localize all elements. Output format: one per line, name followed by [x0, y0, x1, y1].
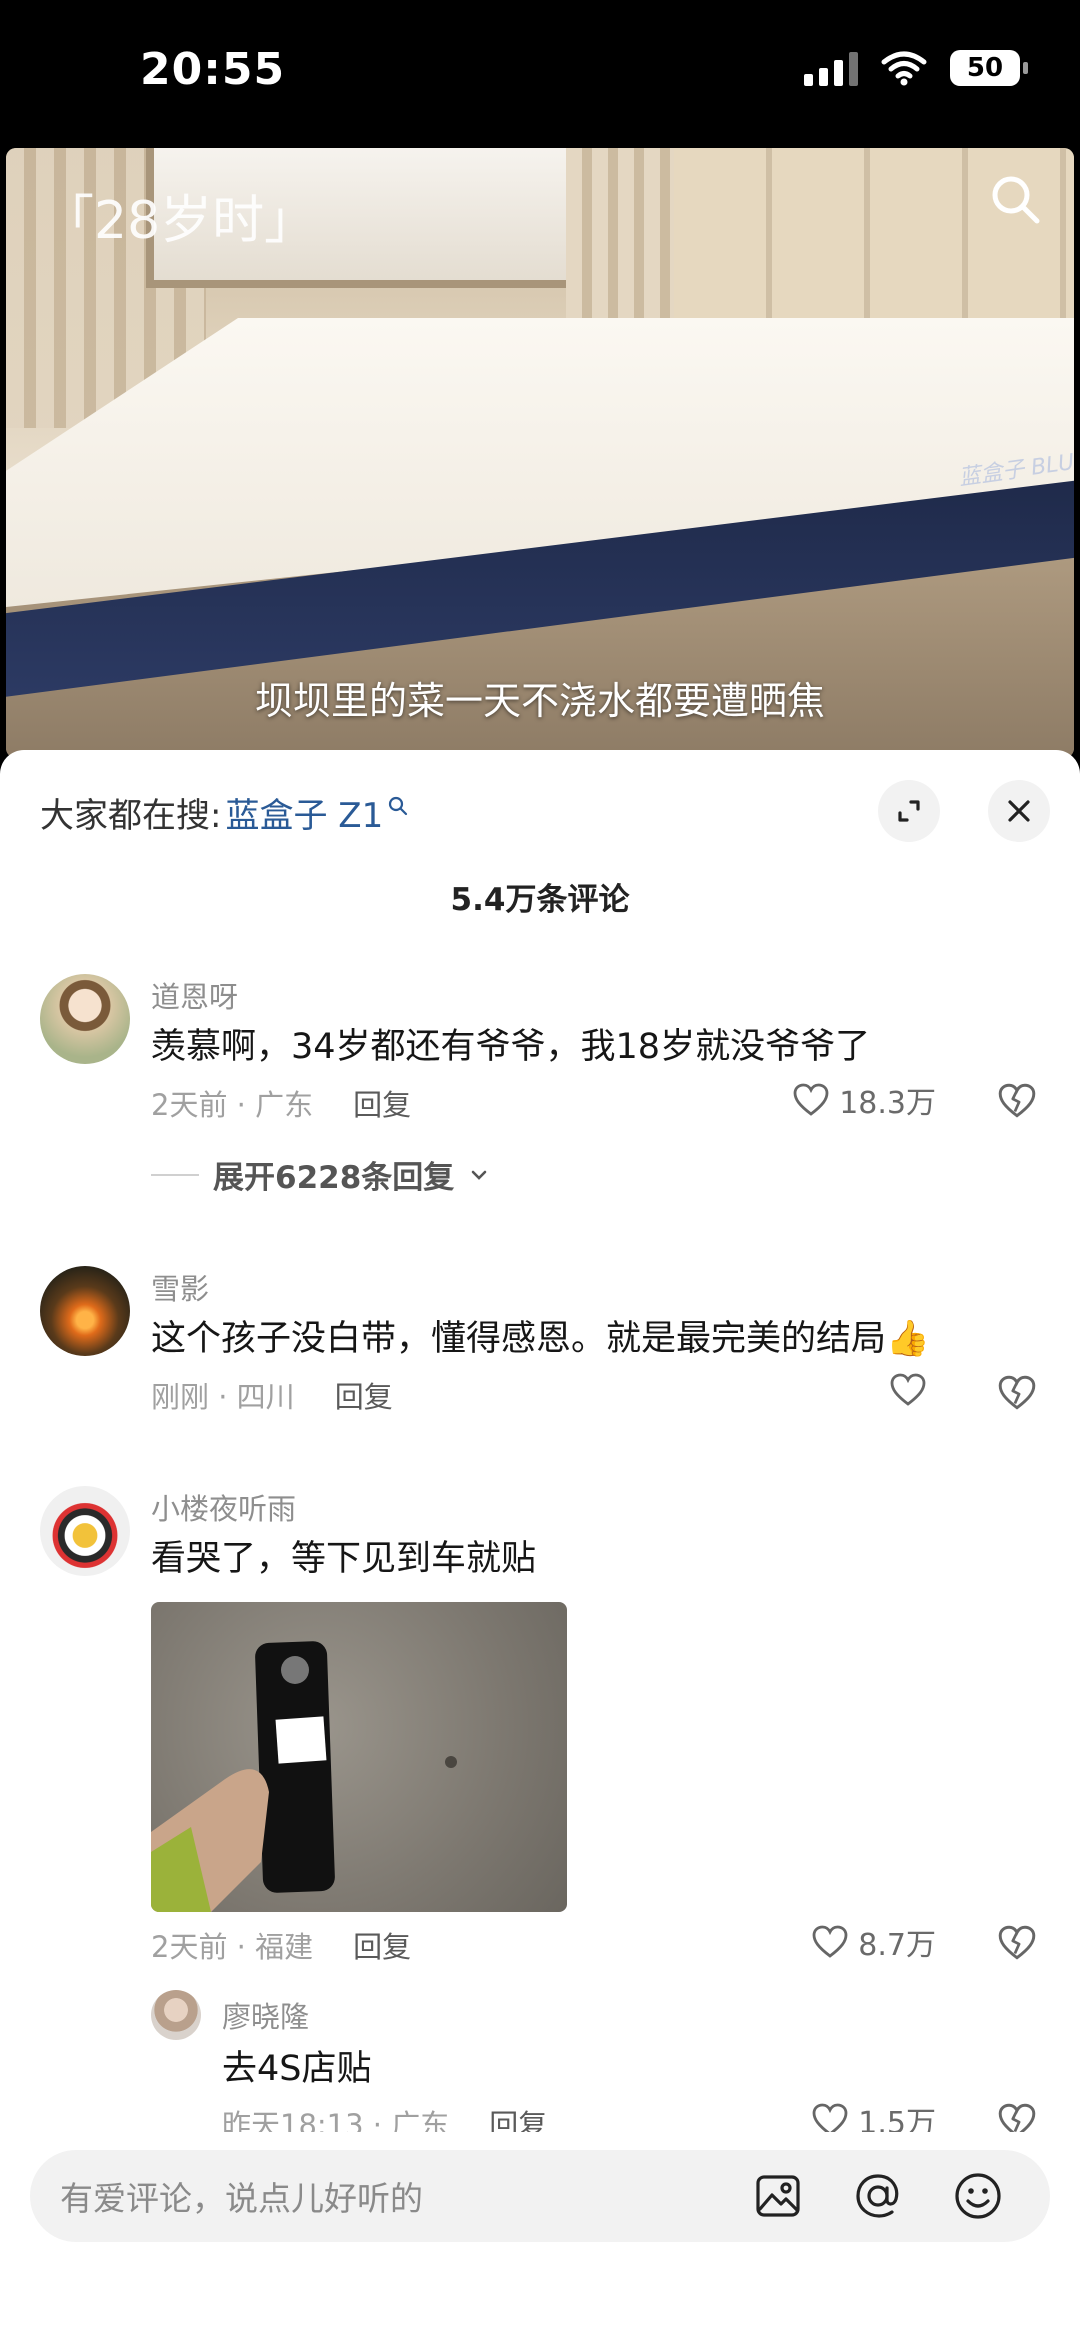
- comment-meta: 2天前 · 广东 回复: [151, 1082, 411, 1124]
- status-bar: 20:55 50: [0, 0, 1080, 148]
- expand-replies-button[interactable]: 展开6228条回复: [151, 1152, 490, 1197]
- status-icons: 50: [804, 50, 1028, 86]
- video-player[interactable]: 蓝盒子 BLU 「28岁时」 坝坝里的菜一天不浇水都要遭晒焦: [6, 148, 1074, 758]
- image-icon: [756, 2175, 800, 2217]
- heart-icon: [812, 1925, 848, 1958]
- like-count: 18.3万: [839, 1086, 936, 1121]
- comment-count: 5.4万条评论: [450, 882, 630, 918]
- comment-text: 羡慕啊，34岁都还有爷爷，我18岁就没爷爷了: [151, 1027, 871, 1067]
- battery-icon: 50: [950, 50, 1028, 86]
- like-count: 8.7万: [858, 1928, 936, 1963]
- broken-heart-icon[interactable]: [996, 1080, 1038, 1122]
- comment-text: 看哭了，等下见到车就贴: [151, 1539, 537, 1579]
- comment-text: 这个孩子没白带，懂得感恩。就是最完美的结局👍: [151, 1319, 930, 1359]
- avatar[interactable]: [151, 1990, 201, 2040]
- reply-button[interactable]: 回复: [335, 1374, 393, 1416]
- avatar[interactable]: [40, 1486, 130, 1576]
- comment-meta: 2天前 · 福建 回复: [151, 1924, 411, 1966]
- broken-heart-icon[interactable]: [996, 1372, 1038, 1414]
- close-button[interactable]: [988, 780, 1050, 842]
- comment-time-location: 2天前 · 广东: [151, 1088, 314, 1122]
- expand-icon: [898, 800, 920, 822]
- mention-button[interactable]: [850, 2168, 906, 2224]
- heart-icon: [793, 1083, 829, 1116]
- comment-username[interactable]: 道恩呀: [151, 974, 238, 1016]
- hot-search[interactable]: 大家都在搜: 蓝盒子 Z1: [40, 788, 409, 837]
- hot-search-keyword[interactable]: 蓝盒子 Z1: [225, 788, 383, 837]
- emoji-icon: [955, 2173, 1001, 2219]
- expand-replies-label: 展开6228条回复: [213, 1160, 455, 1196]
- reply-username[interactable]: 廖晓隆: [222, 1994, 309, 2036]
- avatar[interactable]: [40, 1266, 130, 1356]
- reply-button[interactable]: 回复: [353, 1082, 411, 1124]
- comment-input-bar[interactable]: 有爱评论，说点儿好听的: [30, 2150, 1050, 2242]
- like-button[interactable]: [888, 1370, 936, 1410]
- search-icon: [389, 796, 408, 815]
- expand-button[interactable]: [878, 780, 940, 842]
- chevron-down-icon: [471, 1170, 487, 1180]
- video-caption: 坝坝里的菜一天不浇水都要遭晒焦: [254, 679, 825, 723]
- heart-icon: [890, 1373, 926, 1406]
- search-icon[interactable]: [986, 170, 1046, 230]
- at-icon: [856, 2174, 899, 2218]
- hot-search-label: 大家都在搜:: [40, 796, 222, 836]
- comment-input-placeholder[interactable]: 有爱评论，说点儿好听的: [60, 2172, 750, 2220]
- comment-meta: 刚刚 · 四川 回复: [151, 1374, 393, 1416]
- video-tag: 「28岁时」: [42, 191, 317, 251]
- close-icon: [1008, 800, 1030, 822]
- image-button[interactable]: [750, 2168, 806, 2224]
- signal-icon: [804, 50, 858, 86]
- status-time: 20:55: [140, 44, 286, 95]
- like-button[interactable]: 18.3万: [791, 1078, 936, 1122]
- comment-time-location: 刚刚 · 四川: [151, 1380, 295, 1414]
- comment-username[interactable]: 雪影: [151, 1266, 209, 1308]
- broken-heart-icon[interactable]: [996, 1922, 1038, 1964]
- wifi-icon: [881, 51, 927, 86]
- comment-image-content: [151, 1641, 457, 1912]
- comment-time-location: 2天前 · 福建: [151, 1930, 314, 1964]
- screen: 20:55 50 蓝盒子 BLU 「28岁时」 坝坝里的菜一天不浇水都要遭晒焦 …: [0, 0, 1080, 2341]
- battery-level: 50: [966, 53, 1004, 83]
- like-button[interactable]: 8.7万: [810, 1920, 936, 1964]
- comments-sheet: 大家都在搜: 蓝盒子 Z1 5.4万条评论 道恩呀 羡慕啊，34岁都还有爷爷，我…: [0, 750, 1080, 2341]
- comment-username[interactable]: 小楼夜听雨: [151, 1486, 296, 1528]
- reply-button[interactable]: 回复: [353, 1924, 411, 1966]
- emoji-button[interactable]: [950, 2168, 1006, 2224]
- comment-image[interactable]: [151, 1602, 567, 1912]
- avatar[interactable]: [40, 974, 130, 1064]
- reply-text: 去4S店贴: [222, 2049, 372, 2089]
